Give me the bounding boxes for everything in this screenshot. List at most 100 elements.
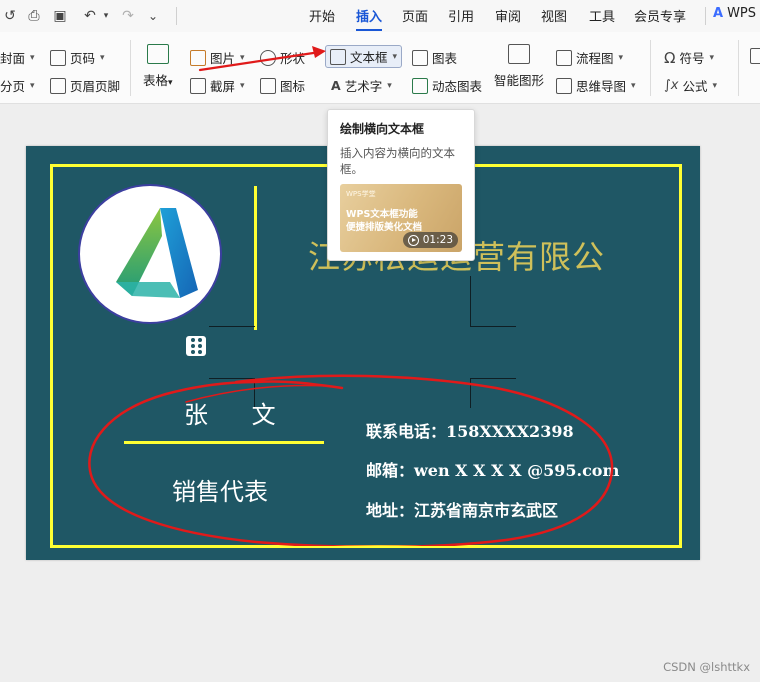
- tab-review[interactable]: 审阅: [495, 6, 521, 25]
- chevron-down-icon: ▾: [709, 52, 715, 63]
- layout-options-handle[interactable]: [186, 336, 206, 356]
- scissors-icon: [190, 77, 206, 94]
- tab-home[interactable]: 开始: [309, 6, 335, 25]
- page-number-icon: [50, 49, 66, 66]
- toolbar-separator: [705, 7, 706, 25]
- header-footer-icon: [50, 77, 66, 94]
- chevron-down-icon: ▾: [631, 80, 636, 91]
- tab-page[interactable]: 页面: [402, 6, 428, 25]
- smart-graphic-icon: [508, 44, 530, 64]
- chart-button[interactable]: 图表: [412, 48, 457, 67]
- print-preview-icon[interactable]: ▣: [50, 6, 70, 26]
- wps-ai-button[interactable]: A WPS: [713, 6, 756, 21]
- ribbon-separator: [650, 40, 651, 96]
- print-icon[interactable]: ⎙: [24, 6, 44, 26]
- textbox-button[interactable]: 文本框 ▾: [325, 45, 403, 68]
- tab-insert[interactable]: 插入: [356, 6, 383, 31]
- file-menu-icon[interactable]: ↺: [0, 6, 20, 26]
- flowchart-button[interactable]: 流程图 ▾: [556, 48, 623, 67]
- icon-button[interactable]: 图标: [260, 76, 305, 95]
- crop-mark: [470, 276, 471, 326]
- formula-button[interactable]: ∫x 公式 ▾: [664, 76, 717, 95]
- tab-references[interactable]: 引用: [448, 6, 474, 25]
- toolbar-separator: [176, 7, 177, 25]
- chevron-down-icon: ▾: [168, 78, 173, 88]
- handle-dot: [197, 338, 202, 342]
- tooltip-title: 绘制横向文本框: [340, 122, 425, 136]
- handle-dot: [190, 338, 195, 342]
- chevron-down-icon: ▾: [712, 80, 718, 91]
- table-icon: [146, 44, 169, 64]
- chevron-down-icon: ▾: [387, 80, 392, 91]
- person-name-text[interactable]: 张 文: [184, 395, 294, 430]
- textbox-tooltip: 绘制横向文本框 插入内容为横向的文本框。 WPS学堂 WPS文本框功能 便捷排版…: [327, 109, 475, 261]
- chevron-down-icon: ▾: [240, 52, 245, 63]
- wordart-icon: A: [331, 78, 341, 93]
- chevron-down-icon: ▾: [392, 51, 398, 62]
- shape-button[interactable]: 形状: [260, 48, 305, 67]
- chevron-down-icon: ▾: [618, 52, 624, 63]
- video-brand-label: WPS学堂: [346, 190, 376, 198]
- screenshot-button[interactable]: 截屏 ▾: [190, 76, 245, 95]
- tooltip-description: 插入内容为横向的文本框。: [340, 146, 455, 176]
- video-title-line1: WPS文本框功能: [346, 209, 418, 220]
- header-footer-button[interactable]: 页眉页脚: [50, 76, 120, 95]
- flowchart-icon: [556, 49, 572, 66]
- email-text[interactable]: 邮箱：wen X X X X @595.com: [366, 457, 619, 481]
- name-underline: [124, 441, 324, 444]
- chevron-down-icon: ▾: [30, 80, 35, 91]
- ribbon-separator: [738, 40, 739, 96]
- wordart-button[interactable]: A 艺术字 ▾: [331, 76, 392, 95]
- picture-icon: [190, 49, 206, 66]
- chevron-down-icon[interactable]: ⌄: [143, 6, 163, 26]
- dynamic-chart-button[interactable]: 动态图表: [412, 76, 482, 95]
- handle-dot: [190, 344, 195, 348]
- play-icon: [407, 234, 419, 246]
- shape-icon: [260, 49, 276, 66]
- more-icon: [750, 48, 760, 64]
- formula-icon: ∫x: [664, 78, 679, 93]
- tab-tools[interactable]: 工具: [589, 6, 615, 25]
- mindmap-button[interactable]: 思维导图 ▾: [556, 76, 636, 95]
- bar-chart-icon: [412, 49, 428, 66]
- smart-graphic-button[interactable]: 智能图形: [494, 44, 544, 89]
- ribbon-separator: [130, 40, 131, 96]
- crop-mark: [209, 378, 255, 379]
- page-break-button[interactable]: 分页 ▾: [0, 76, 35, 95]
- chevron-down-icon: ▾: [240, 80, 245, 91]
- video-duration-badge[interactable]: 01:23: [402, 232, 458, 248]
- cover-label: 封面: [0, 51, 26, 66]
- crop-mark: [209, 326, 255, 327]
- phone-text[interactable]: 联系电话：158XXXX2398: [366, 418, 574, 442]
- video-duration: 01:23: [422, 234, 453, 246]
- page-number-button[interactable]: 页码 ▾: [50, 48, 105, 67]
- icons-library-icon: [260, 77, 276, 94]
- video-title-line2: 便捷排版美化文档: [346, 222, 423, 233]
- cover-button[interactable]: 封面 ▾: [0, 48, 35, 67]
- autodesk-logo-icon: [116, 208, 198, 298]
- undo-dropdown-icon[interactable]: ▾: [96, 6, 116, 26]
- crop-mark: [470, 378, 516, 379]
- dynamic-chart-icon: [412, 77, 428, 94]
- textbox-icon: [330, 48, 346, 65]
- chevron-down-icon: ▾: [100, 52, 105, 63]
- handle-dot: [190, 350, 195, 354]
- csdn-watermark: CSDN @lshttkx: [663, 660, 750, 674]
- symbol-button[interactable]: Ω 符号 ▾: [664, 48, 714, 67]
- table-button[interactable]: 表格▾: [143, 44, 173, 89]
- job-title-text[interactable]: 销售代表: [172, 472, 268, 507]
- handle-dot: [197, 344, 202, 348]
- redo-icon[interactable]: ↷: [118, 6, 138, 26]
- wps-ai-icon: A: [713, 6, 724, 21]
- overflow-button[interactable]: [750, 48, 760, 64]
- tab-member[interactable]: 会员专享: [634, 6, 686, 25]
- handle-dot: [197, 350, 202, 354]
- tab-view[interactable]: 视图: [541, 6, 567, 25]
- menu-bar: ↺ ⎙ ▣ ↶ ▾ ↷ ⌄ 开始 插入 页面 引用 审阅 视图 工具 会员专享 …: [0, 0, 760, 32]
- company-logo[interactable]: [78, 184, 222, 324]
- chevron-down-icon: ▾: [30, 52, 35, 63]
- address-text[interactable]: 地址：江苏省南京市玄武区: [366, 497, 558, 521]
- picture-button[interactable]: 图片 ▾: [190, 48, 245, 67]
- tutorial-video-thumbnail[interactable]: WPS学堂 WPS文本框功能 便捷排版美化文档 01:23: [340, 184, 462, 252]
- crop-mark: [470, 326, 516, 327]
